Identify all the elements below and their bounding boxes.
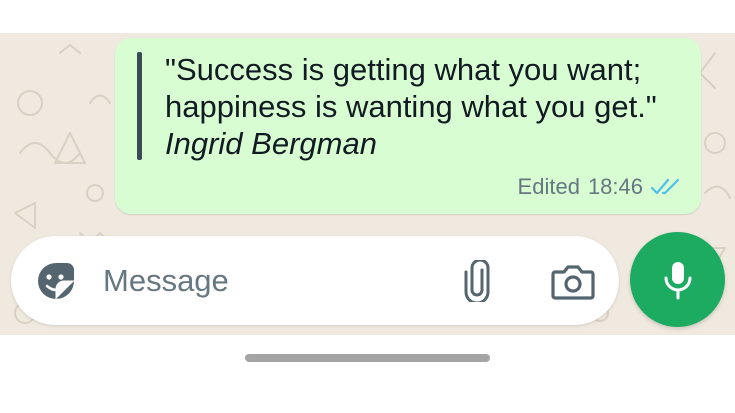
sticker-icon[interactable] xyxy=(35,260,77,302)
message-input[interactable] xyxy=(103,258,423,304)
message-time: 18:46 xyxy=(587,174,643,199)
message-bubble[interactable]: "Success is getting what you want; happi… xyxy=(115,38,701,214)
quote-text: "Success is getting what you want; happi… xyxy=(165,52,657,124)
message-composer xyxy=(11,236,619,325)
message-text: "Success is getting what you want; happi… xyxy=(165,51,685,162)
camera-icon[interactable] xyxy=(551,263,595,301)
mic-icon xyxy=(664,261,691,299)
double-check-read-icon xyxy=(651,178,680,195)
paperclip-icon[interactable] xyxy=(460,260,494,302)
message-meta: Edited 18:46 xyxy=(518,174,683,200)
chat-screen: "Success is getting what you want; happi… xyxy=(0,0,735,413)
quote-bar xyxy=(137,52,142,160)
gesture-nav-handle[interactable] xyxy=(245,354,490,362)
quote-author: Ingrid Bergman xyxy=(165,126,377,161)
edited-label: Edited xyxy=(517,174,580,199)
voice-message-button[interactable] xyxy=(630,232,725,327)
